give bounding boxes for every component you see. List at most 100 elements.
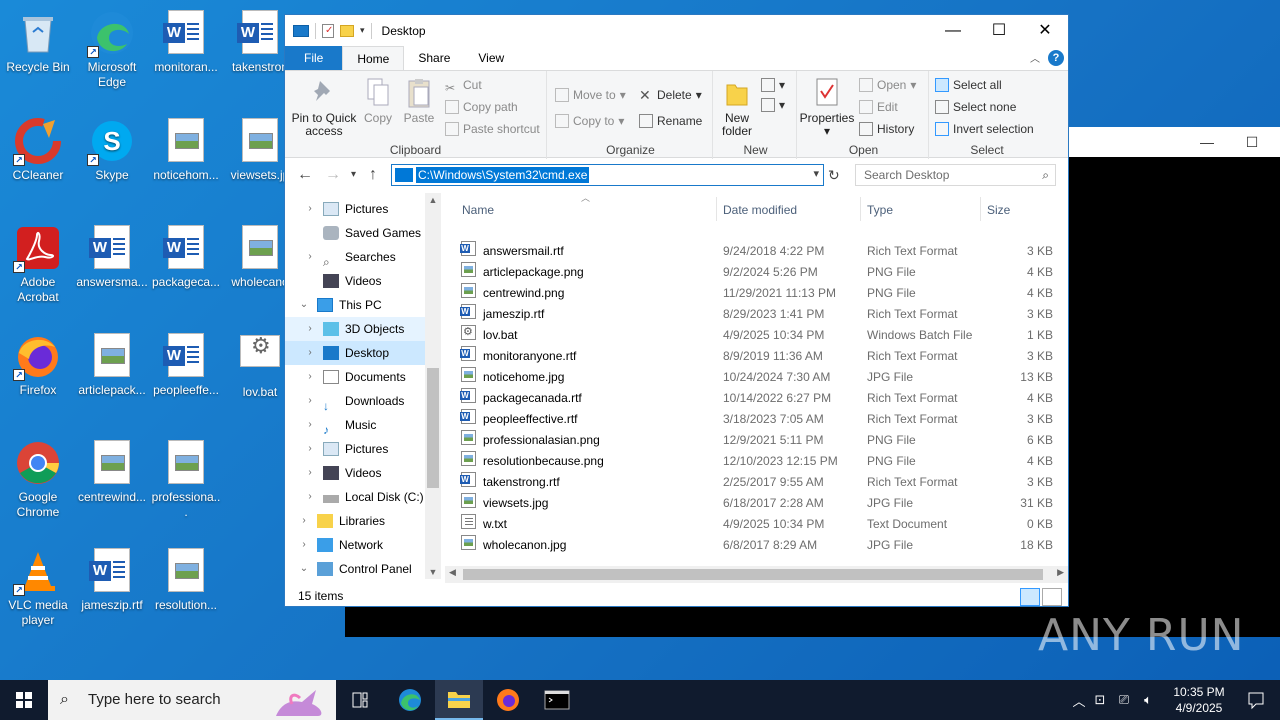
maximize-icon[interactable]: ☐ [1242,132,1262,152]
customize-quick-access-icon[interactable]: ▾ [360,25,365,36]
nav-item-music[interactable]: › ♪ Music [285,413,425,437]
nav-item-saved-games[interactable]: Saved Games [285,221,425,245]
easy-access-button[interactable]: ▾ [761,95,785,115]
forward-arrow-icon[interactable]: → [325,166,341,184]
properties-quick-icon[interactable]: ✓ [322,23,334,38]
start-button[interactable] [0,680,48,720]
desktop-icon-packagecanada[interactable]: W packageca... [148,219,224,290]
nav-item-videos[interactable]: Videos [285,269,425,293]
desktop-icon-resolutionbecause[interactable]: resolution... [148,542,224,613]
column-header-type[interactable]: Type [867,201,893,219]
file-row[interactable]: professionalasian.png 12/9/2021 5:11 PM PN… [461,430,1057,451]
chevron-right-icon[interactable]: › [303,245,317,269]
move-to-button[interactable]: Move to ▾ [555,85,626,105]
chevron-right-icon[interactable]: › [297,533,311,557]
copy-path-button[interactable]: Copy path [445,97,518,117]
new-folder-quick-icon[interactable] [340,24,354,37]
nav-item-this-pc[interactable]: ⌄ This PC [285,293,425,317]
scroll-up-icon[interactable]: ▲ [425,195,441,205]
chevron-down-icon[interactable]: ⌄ [297,293,311,317]
tab-share[interactable]: Share [404,46,464,70]
desktop-icon-articlepackage[interactable]: articlepack... [74,327,150,398]
search-input[interactable]: Search Desktop ⌕ [855,164,1056,186]
desktop-icon-recycle-bin[interactable]: Recycle Bin [0,4,76,75]
horizontal-scrollbar[interactable]: ◀ ▶ [445,566,1068,583]
select-all-button[interactable]: Select all [935,75,1002,95]
scroll-left-icon[interactable]: ◀ [449,567,456,578]
details-view-icon[interactable] [1020,588,1040,606]
scrollbar-thumb[interactable] [427,368,439,488]
minimize-icon[interactable]: — [1197,132,1217,152]
up-arrow-icon[interactable]: ↑ [369,166,377,184]
file-row[interactable]: centrewind.png 11/29/2021 11:13 PM PNG Fil… [461,283,1057,304]
taskbar-search-input[interactable]: ⌕ Type here to search [48,680,336,720]
tab-home[interactable]: Home [342,46,405,70]
recent-locations-icon[interactable]: ▾ [351,169,356,180]
file-row[interactable]: viewsets.jpg 6/18/2017 2:28 AM JPG File 31 … [461,493,1057,514]
close-button[interactable]: ✕ [1022,15,1068,46]
chevron-right-icon[interactable]: › [303,341,317,365]
column-header-name[interactable]: Name [462,201,494,219]
desktop-icon-firefox[interactable]: ↗ Firefox [0,327,76,398]
desktop-icon-vlc[interactable]: ↗ VLC media player [0,542,76,628]
maximize-button[interactable]: ☐ [976,15,1022,46]
nav-item-libraries[interactable]: › Libraries [285,509,425,533]
file-row[interactable]: answersmail.rtf 9/24/2018 4:22 PM Rich Tex… [460,241,1057,262]
edit-button[interactable]: Edit [859,97,898,117]
taskbar-firefox-button[interactable] [484,680,532,720]
desktop-icon-monitoranyone[interactable]: W monitoran... [148,4,224,75]
nav-item-control-panel[interactable]: ⌄ Control Panel [285,557,425,581]
cut-button[interactable]: ✂ Cut [445,75,482,95]
paste-shortcut-button[interactable]: Paste shortcut [445,119,540,139]
nav-item-videos-pc[interactable]: › Videos [285,461,425,485]
file-row[interactable]: resolutionbecause.png 12/10/2023 12:15 PM… [461,451,1057,472]
nav-item-downloads[interactable]: › ↓ Downloads [285,389,425,413]
tab-view[interactable]: View [464,46,518,70]
minimize-button[interactable]: — [930,15,976,46]
meet-now-icon[interactable]: ⊡ [1088,692,1112,708]
nav-item-pictures[interactable]: › Pictures [285,197,425,221]
copy-to-button[interactable]: Copy to ▾ [555,111,624,131]
chevron-right-icon[interactable]: › [303,485,317,509]
desktop-icon-skype[interactable]: S ↗ Skype [74,112,150,183]
open-button[interactable]: Open ▾ [859,75,916,95]
file-row[interactable]: takenstrong.rtf 2/25/2017 9:55 AM Rich Tex… [460,472,1057,493]
nav-item-local-disk[interactable]: › Local Disk (C:) [285,485,425,509]
new-folder-button[interactable]: New folder [715,75,759,138]
select-none-button[interactable]: Select none [935,97,1016,117]
nav-item-desktop[interactable]: › Desktop [285,341,425,365]
network-icon[interactable]: ⎚ [1112,692,1136,708]
tab-file[interactable]: File [285,46,343,70]
collapse-ribbon-icon[interactable]: ︿ [1030,50,1040,65]
chevron-down-icon[interactable]: ⌄ [297,557,311,581]
file-row[interactable]: lov.bat 4/9/2025 10:34 PM Windows Batch Fi… [461,322,1057,346]
file-row[interactable]: noticehome.jpg 10/24/2024 7:30 AM JPG File… [461,367,1057,388]
chevron-right-icon[interactable]: › [297,509,311,533]
nav-item-searches[interactable]: › ⌕ Searches [285,245,425,269]
delete-button[interactable]: ✕ Delete ▾ [639,85,702,105]
desktop-icon-professionalasian[interactable]: professiona... [148,434,224,520]
rename-button[interactable]: Rename [639,111,702,131]
history-button[interactable]: History [859,119,914,139]
taskbar-edge-button[interactable] [386,680,434,720]
refresh-icon[interactable]: ↻ [828,167,840,184]
desktop-icon-peopleeffective[interactable]: W peopleeffe... [148,327,224,398]
desktop-icon-chrome[interactable]: Google Chrome [0,434,76,520]
desktop-icon-noticehome[interactable]: noticehom... [148,112,224,183]
task-view-button[interactable] [336,680,384,720]
taskbar-explorer-button[interactable] [435,680,483,720]
desktop-icon-answersmail[interactable]: W answersma... [74,219,150,290]
file-row[interactable]: packagecanada.rtf 10/14/2022 6:27 PM Rich … [460,388,1057,409]
desktop-icon-ccleaner[interactable]: ↗ CCleaner [0,112,76,183]
new-item-button[interactable]: ▾ [761,75,785,95]
chevron-right-icon[interactable]: › [303,197,317,221]
pin-to-quick-access-button[interactable]: Pin to Quick access [289,75,359,138]
column-header-size[interactable]: Size [987,201,1010,219]
chevron-right-icon[interactable]: › [303,437,317,461]
file-row[interactable]: monitoranyone.rtf 8/9/2019 11:36 AM Rich T… [460,346,1057,367]
paste-button[interactable]: Paste [399,75,439,125]
nav-item-pictures-pc[interactable]: › Pictures [285,437,425,461]
notifications-button[interactable] [1232,680,1280,720]
file-row[interactable]: jameszip.rtf 8/29/2023 1:41 PM Rich Text F… [460,304,1057,325]
address-dropdown-icon[interactable]: ▾ [813,167,819,180]
